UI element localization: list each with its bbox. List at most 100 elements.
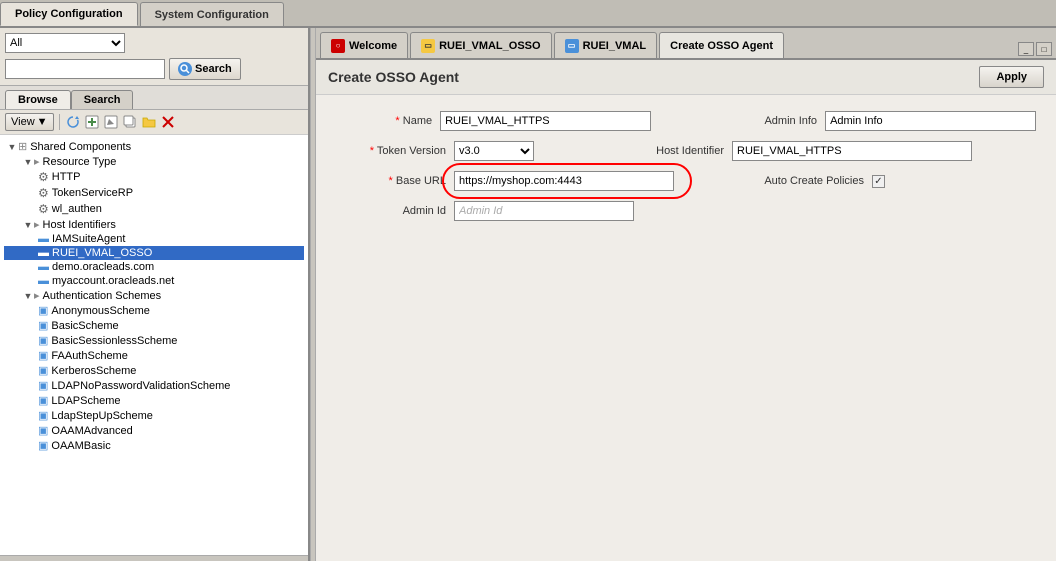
tree-item-oaam-basic[interactable]: ▣ OAAMBasic (4, 438, 304, 453)
refresh-icon[interactable] (65, 114, 81, 130)
tab-policy-configuration[interactable]: Policy Configuration (0, 2, 138, 26)
copy-icon[interactable] (122, 114, 138, 130)
scheme-icon: ▣ (38, 364, 48, 377)
maximize-button[interactable]: □ (1036, 42, 1052, 56)
tree-item-basic-sessionless[interactable]: ▣ BasicSessionlessScheme (4, 333, 304, 348)
scheme-icon: ▣ (38, 319, 48, 332)
main-layout: All Application Domain Host Identifier S… (0, 28, 1056, 561)
scheme-icon: ▣ (38, 409, 48, 422)
tree-item-kerberos[interactable]: ▣ KerberosScheme (4, 363, 304, 378)
tree-toolbar: View ▼ (0, 110, 308, 135)
top-tab-bar: Policy Configuration System Configuratio… (0, 0, 1056, 28)
tab-create-osso-agent[interactable]: Create OSSO Agent (659, 32, 784, 58)
tree-item-shared-components[interactable]: ▼ ⊞ Shared Components (4, 139, 304, 154)
tree-item-ldap-stepup[interactable]: ▣ LdapStepUpScheme (4, 408, 304, 423)
tree-item-resource-type[interactable]: ▼ ▸ Resource Type (4, 154, 304, 169)
host-identifier-input[interactable] (732, 141, 972, 161)
expand-icon[interactable]: ▼ (22, 219, 34, 231)
form-row-name: * Name Admin Info (336, 111, 1036, 131)
scheme-icon: ▣ (38, 379, 48, 392)
auto-create-checkbox[interactable]: ✓ (872, 175, 885, 188)
folder-small-icon: ▸ (34, 155, 40, 168)
delete-icon[interactable] (160, 114, 176, 130)
shared-icon: ⊞ (18, 140, 27, 153)
folder-small-icon: ▸ (34, 289, 40, 302)
tree-item-myaccount-oracle[interactable]: ▬ myaccount.oracleads.net (4, 274, 304, 288)
window-controls: _ □ (1018, 42, 1052, 56)
scheme-icon: ▣ (38, 349, 48, 362)
doc-icon: ▬ (38, 275, 49, 287)
ruei-vmal-tab-icon: ▭ (565, 39, 579, 53)
tree-item-fa-auth[interactable]: ▣ FAAuthScheme (4, 348, 304, 363)
apply-button[interactable]: Apply (979, 66, 1044, 88)
filter-row: All Application Domain Host Identifier (5, 33, 303, 53)
scheme-icon: ▣ (38, 304, 48, 317)
edit-icon[interactable] (103, 114, 119, 130)
doc-icon: ▬ (38, 247, 49, 259)
expand-icon[interactable]: ▼ (6, 141, 18, 153)
chevron-down-icon: ▼ (37, 116, 48, 128)
gear-icon: ⚙ (38, 170, 49, 184)
search-button[interactable]: Search (169, 58, 241, 80)
token-version-select[interactable]: v3.0 v2.0 v1.0 (454, 141, 534, 161)
search-row: Search (5, 58, 303, 80)
tab-ruei-vmal-osso[interactable]: ▭ RUEI_VMAL_OSSO (410, 32, 551, 58)
filter-dropdown[interactable]: All Application Domain Host Identifier (5, 33, 125, 53)
scheme-icon: ▣ (38, 334, 48, 347)
tree-item-wl-authen[interactable]: ⚙ wl_authen (4, 201, 304, 217)
minimize-button[interactable]: _ (1018, 42, 1034, 56)
tree-item-host-identifiers[interactable]: ▼ ▸ Host Identifiers (4, 217, 304, 232)
content-header: Create OSSO Agent Apply (316, 60, 1056, 95)
left-top-controls: All Application Domain Host Identifier S… (0, 28, 308, 86)
admin-id-input[interactable] (454, 201, 634, 221)
tree-item-ldap-scheme[interactable]: ▣ LDAPScheme (4, 393, 304, 408)
new-icon[interactable] (84, 114, 100, 130)
content-area: Create OSSO Agent Apply * Name Admin Inf… (316, 60, 1056, 561)
toolbar-separator (59, 114, 60, 130)
browse-tab[interactable]: Browse (5, 90, 71, 109)
doc-icon: ▬ (38, 261, 49, 273)
folder-small-icon: ▸ (34, 218, 40, 231)
tree-item-anonymous-scheme[interactable]: ▣ AnonymousScheme (4, 303, 304, 318)
form-area: * Name Admin Info * Token Version v3.0 v… (316, 95, 1056, 561)
tab-welcome[interactable]: ○ Welcome (320, 32, 408, 58)
base-url-label: * Base URL (336, 175, 446, 187)
browse-search-tabs: Browse Search (0, 86, 308, 110)
tree-container: ▼ ⊞ Shared Components ▼ ▸ Resource Type … (0, 135, 308, 555)
view-button[interactable]: View ▼ (5, 113, 54, 131)
expand-icon[interactable]: ▼ (22, 290, 34, 302)
scheme-icon: ▣ (38, 424, 48, 437)
scheme-icon: ▣ (38, 394, 48, 407)
base-url-input[interactable] (454, 171, 674, 191)
gear-icon: ⚙ (38, 186, 49, 200)
expand-icon[interactable]: ▼ (22, 156, 34, 168)
ruei-osso-tab-icon: ▭ (421, 39, 435, 53)
tab-system-configuration[interactable]: System Configuration (140, 2, 284, 26)
base-url-wrapper (454, 171, 674, 191)
admin-info-input[interactable] (825, 111, 1036, 131)
tree-item-oaam-advanced[interactable]: ▣ OAAMAdvanced (4, 423, 304, 438)
tree-item-iamsuite[interactable]: ▬ IAMSuiteAgent (4, 232, 304, 246)
name-input[interactable] (440, 111, 651, 131)
gear-icon: ⚙ (38, 202, 49, 216)
right-panel: ○ Welcome ▭ RUEI_VMAL_OSSO ▭ RUEI_VMAL C… (316, 28, 1056, 561)
right-tabs: ○ Welcome ▭ RUEI_VMAL_OSSO ▭ RUEI_VMAL C… (316, 28, 1056, 60)
folder-icon[interactable] (141, 114, 157, 130)
tree-item-ruei-vmal-osso[interactable]: ▬ RUEI_VMAL_OSSO (4, 246, 304, 260)
tab-ruei-vmal[interactable]: ▭ RUEI_VMAL (554, 32, 658, 58)
tree-item-auth-schemes[interactable]: ▼ ▸ Authentication Schemes (4, 288, 304, 303)
page-title: Create OSSO Agent (328, 69, 459, 85)
tree-item-ldap-nopass[interactable]: ▣ LDAPNoPasswordValidationScheme (4, 378, 304, 393)
tree-item-tokenservice[interactable]: ⚙ TokenServiceRP (4, 185, 304, 201)
tree-item-http[interactable]: ⚙ HTTP (4, 169, 304, 185)
name-label: * Name (336, 115, 432, 127)
auto-create-label: Auto Create Policies (754, 175, 864, 187)
search-input[interactable] (5, 59, 165, 79)
left-panel: All Application Domain Host Identifier S… (0, 28, 310, 561)
token-version-label: * Token Version (336, 145, 446, 157)
doc-icon: ▬ (38, 233, 49, 245)
tree-item-basic-scheme[interactable]: ▣ BasicScheme (4, 318, 304, 333)
tree-item-demo-oracle[interactable]: ▬ demo.oracleads.com (4, 260, 304, 274)
form-row-admin-id: Admin Id (336, 201, 1036, 221)
search-tab[interactable]: Search (71, 90, 134, 109)
